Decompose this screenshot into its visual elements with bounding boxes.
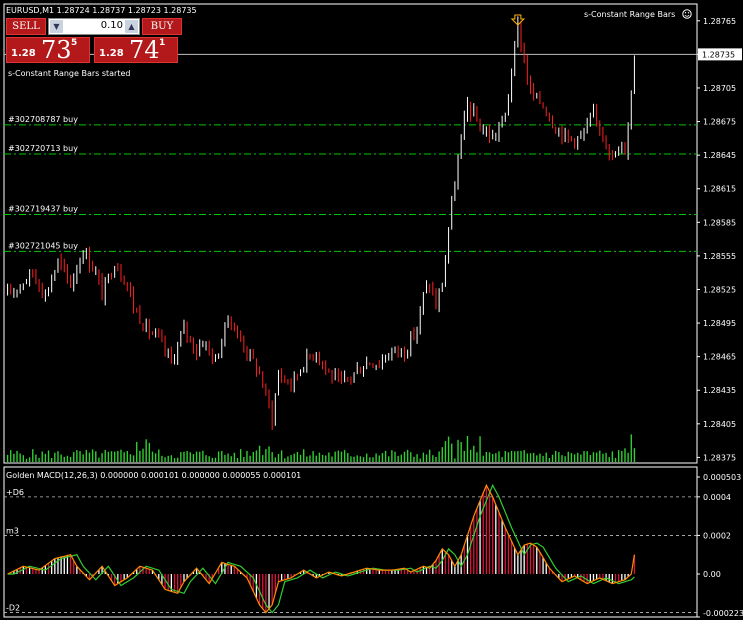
buy-button[interactable]: BUY: [142, 18, 182, 35]
macd-tick-label: 0.00: [703, 570, 721, 579]
price-tick-label: 1.28765: [703, 17, 736, 26]
arrow-down-icon[interactable]: ▼: [50, 20, 63, 33]
ask-big-digits: 74: [129, 36, 160, 64]
price-tick-label: 1.28705: [703, 84, 736, 93]
sell-button[interactable]: SELL: [6, 18, 46, 35]
macd-signal-line: [7, 483, 635, 614]
ask-pipette: 1: [159, 38, 166, 48]
current-price-label: 1.28735: [702, 50, 735, 59]
symbol-title: EURUSD,M1 1.28724 1.28737 1.28723 1.2873…: [6, 6, 197, 15]
price-tick-label: 1.28465: [703, 353, 736, 362]
macd-level-label: +D6: [6, 488, 24, 497]
price-tick-label: 1.28555: [703, 252, 736, 261]
sell-price-quote[interactable]: 1.28 73 5: [6, 36, 90, 64]
lot-value[interactable]: 0.10: [101, 20, 123, 31]
macd-level-label: -D2: [6, 604, 20, 613]
buy-price-quote[interactable]: 1.28 74 1: [94, 36, 178, 64]
macd-main-line: [7, 483, 635, 614]
price-tick-label: 1.28615: [703, 185, 736, 194]
bid-pipette: 5: [71, 38, 78, 48]
lot-size-field[interactable]: ▼ 0.10 ▲: [48, 18, 140, 35]
bid-big-digits: 73: [41, 36, 72, 64]
macd-tick-label: 0.000503: [703, 473, 741, 482]
macd-pane-border: [3, 466, 698, 618]
macd-title: Golden MACD(12,26,3) 0.000000 0.000101 0…: [6, 471, 301, 480]
macd-tick-label: 0.0004: [703, 493, 731, 502]
macd-tick-label: -0.000223: [703, 609, 743, 618]
price-tick-label: 1.28525: [703, 285, 736, 294]
order-label: #302721045 buy: [8, 241, 78, 250]
smiley-face-icon[interactable]: [682, 9, 692, 19]
order-label: #302719437 buy: [8, 204, 78, 213]
price-tick-label: 1.28585: [703, 218, 736, 227]
macd-pane[interactable]: 0.000503 0.0004 0.0002 0.00 -0.000223 +D6 m3 -D…: [3, 466, 743, 618]
indicator-name: s-Constant Range Bars: [584, 10, 675, 19]
order-label: #302708787 buy: [8, 115, 78, 124]
price-tick-label: 1.28435: [703, 386, 736, 395]
macd-level-label: m3: [6, 526, 19, 535]
price-tick-label: 1.28675: [703, 118, 736, 127]
price-tick-label: 1.28405: [703, 420, 736, 429]
arrow-up-icon[interactable]: ▲: [125, 20, 138, 33]
price-tick-label: 1.28645: [703, 151, 736, 160]
status-text: s-Constant Range Bars started: [8, 69, 130, 78]
bid-prefix: 1.28: [11, 48, 36, 59]
one-click-trading-panel: SELL ▼ 0.10 ▲ BUY 1.28 73 5 1.28 74 1: [6, 18, 182, 64]
ask-prefix: 1.28: [99, 48, 124, 59]
price-tick-label: 1.28495: [703, 319, 736, 328]
order-label: #302720713 buy: [8, 144, 78, 153]
macd-tick-label: 0.0002: [703, 531, 731, 540]
price-tick-label: 1.28375: [703, 453, 736, 462]
trading-chart[interactable]: 1.287651.287351.287051.286751.286451.286…: [0, 0, 743, 620]
